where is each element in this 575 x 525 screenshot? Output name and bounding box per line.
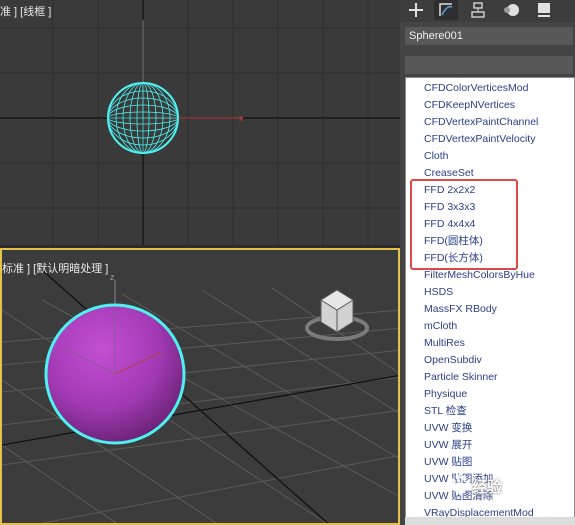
modifier-item[interactable]: CFDKeepNVertices — [424, 97, 515, 114]
hierarchy-tab[interactable] — [466, 0, 490, 20]
motion-icon — [504, 4, 519, 16]
modify-icon — [439, 3, 453, 16]
watermark-text: 经验 — [472, 478, 503, 496]
modifier-item[interactable]: HSDS — [424, 284, 453, 301]
modifier-item[interactable]: UVW 变换 — [424, 420, 472, 437]
top-viewport-label[interactable]: 准 ] [线框 ] — [0, 3, 51, 19]
paw-logo-icon — [450, 474, 471, 494]
hierarchy-icon — [471, 2, 485, 18]
svg-text:x: x — [239, 113, 244, 123]
modifier-item[interactable]: CFDVertexPaintChannel — [424, 114, 538, 131]
top-viewport[interactable]: x 准 ] [线框 ] — [0, 0, 400, 245]
perspective-viewport-canvas: z — [2, 269, 398, 523]
modifier-item[interactable]: Physique — [424, 386, 467, 403]
create-icon — [409, 3, 423, 17]
create-tab[interactable] — [404, 0, 428, 20]
modifier-item[interactable]: UVW 贴图 — [424, 454, 472, 471]
top-viewport-canvas: x — [0, 0, 400, 245]
motion-tab[interactable] — [500, 0, 524, 20]
modifier-item[interactable]: STL 检查 — [424, 403, 467, 420]
modifier-item[interactable]: UVW 展开 — [424, 437, 472, 454]
modifier-item[interactable]: OpenSubdiv — [424, 352, 482, 369]
command-panel-tabs — [400, 0, 575, 22]
perspective-viewport-label[interactable]: 标准 ] [默认明暗处理 ] — [2, 260, 108, 276]
modifier-item[interactable]: MultiRes — [424, 335, 465, 352]
sphere-wireframe — [107, 82, 179, 154]
modifier-item[interactable]: Particle Skinner — [424, 369, 498, 386]
list-bottom-edge — [405, 517, 575, 525]
modifier-list-dropdown[interactable] — [405, 56, 573, 74]
modifier-list[interactable]: CFDColorVerticesMod CFDKeepNVertices CFD… — [405, 77, 575, 525]
display-icon — [538, 3, 550, 17]
display-tab[interactable] — [532, 0, 556, 20]
svg-text:z: z — [110, 272, 115, 282]
object-name-field[interactable]: Sphere001 — [405, 27, 573, 45]
perspective-viewport[interactable]: z 标准 ] [默认明暗处理 ] — [0, 248, 400, 525]
modify-tab[interactable] — [434, 0, 458, 20]
modifier-item[interactable]: MassFX RBody — [424, 301, 497, 318]
modifier-item[interactable]: Cloth — [424, 148, 449, 165]
modifier-item[interactable]: CFDVertexPaintVelocity — [424, 131, 535, 148]
modifier-item[interactable]: mCloth — [424, 318, 457, 335]
ffd-highlight-box — [410, 179, 518, 270]
modifier-item[interactable]: CFDColorVerticesMod — [424, 80, 528, 97]
